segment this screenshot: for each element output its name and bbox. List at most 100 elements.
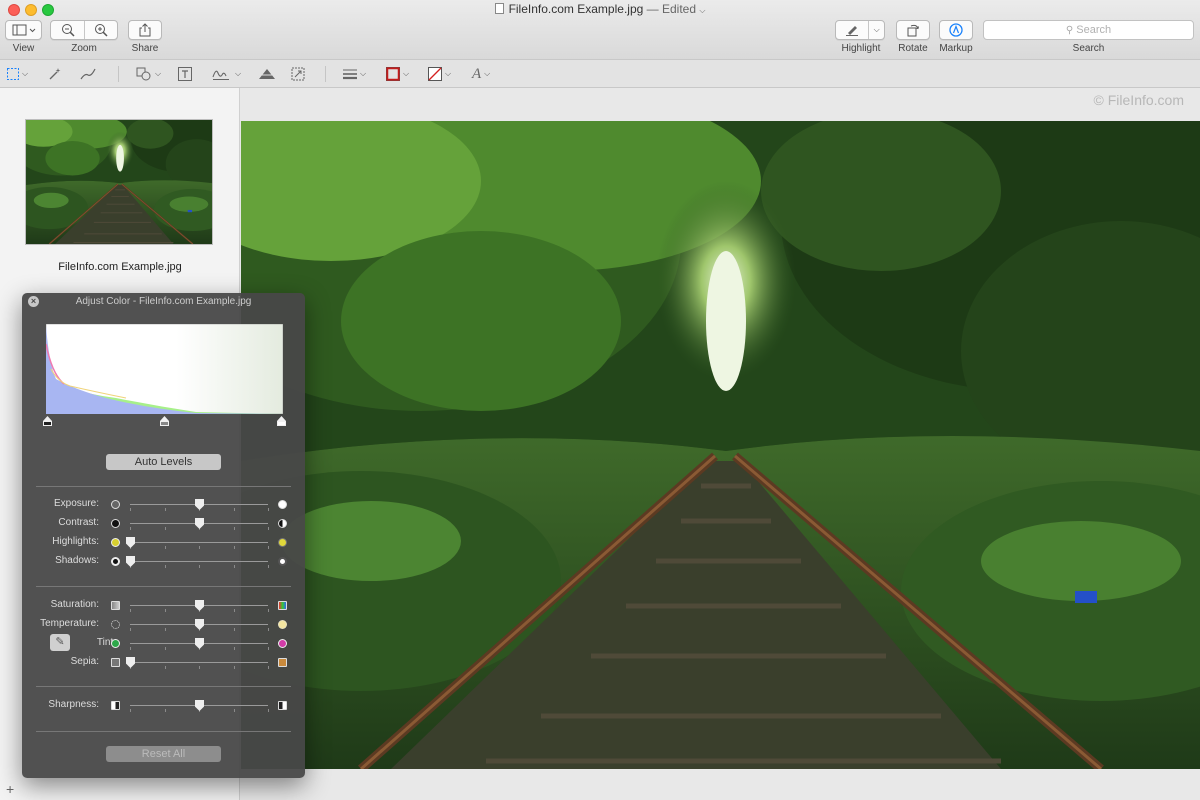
selection-icon: [7, 68, 19, 80]
sepia-max-icon[interactable]: [278, 658, 287, 667]
rectangular-selection-tool[interactable]: ⌵: [7, 65, 28, 83]
saturation-max-icon[interactable]: [278, 601, 287, 610]
chevron-down-icon: ⌵: [360, 69, 367, 78]
auto-levels-button[interactable]: Auto Levels: [106, 454, 221, 470]
shapes-icon: [136, 67, 151, 81]
window-title[interactable]: FileInfo.com Example.jpg — Edited ⌵: [0, 2, 1200, 16]
shadows-slider[interactable]: [130, 561, 268, 562]
markup-button[interactable]: [939, 20, 973, 40]
sepia-slider[interactable]: [130, 662, 268, 663]
edited-status: — Edited: [646, 2, 696, 16]
text-style-icon: A: [472, 65, 482, 82]
panel-divider: [36, 731, 291, 732]
slider-tick: [130, 709, 131, 712]
white-point-handle[interactable]: [277, 416, 286, 426]
chevron-down-icon: ⌵: [155, 69, 162, 78]
tint-max-icon[interactable]: [278, 639, 287, 648]
highlights-slider[interactable]: [130, 542, 268, 543]
highlights-row: Highlights:: [22, 535, 305, 551]
rotate-button[interactable]: [896, 20, 930, 40]
sepia-slider-knob[interactable]: [126, 657, 135, 668]
zoom-out-button[interactable]: [51, 21, 84, 39]
chevron-down-icon: ⌵: [484, 69, 491, 78]
slider-tick: [199, 565, 200, 568]
exposure-max-icon[interactable]: [278, 500, 287, 509]
share-label: Share: [131, 43, 159, 54]
text-tool[interactable]: [178, 65, 192, 83]
slider-tick: [268, 527, 269, 530]
temperature-min-icon[interactable]: [111, 620, 120, 629]
contrast-min-icon[interactable]: [111, 519, 120, 528]
adjust-size-tool[interactable]: [291, 65, 305, 83]
slider-tick: [130, 527, 131, 530]
text-style-tool[interactable]: A ⌵: [472, 65, 490, 83]
temperature-max-icon[interactable]: [278, 620, 287, 629]
page-thumbnail[interactable]: [9, 105, 233, 245]
tint-slider-knob[interactable]: [195, 638, 204, 649]
adjust-color-tool[interactable]: [258, 65, 276, 83]
shape-style-tool[interactable]: ⌵: [343, 65, 366, 83]
toolbar-divider: [118, 66, 119, 82]
zoom-in-icon: [95, 24, 108, 37]
exposure-slider-knob[interactable]: [195, 499, 204, 510]
border-color-tool[interactable]: ⌵: [386, 65, 409, 83]
chevron-down-icon: ⌵: [403, 69, 410, 78]
black-point-handle[interactable]: [43, 416, 52, 426]
highlight-label: Highlight: [841, 43, 881, 54]
shadows-row: Shadows:: [22, 554, 305, 570]
midtone-handle[interactable]: [160, 416, 169, 426]
thumbnail-image: [9, 105, 233, 245]
sign-tool[interactable]: ⌵: [212, 65, 241, 83]
railway-photo: [241, 121, 1200, 769]
sharpness-min-icon[interactable]: [111, 701, 120, 710]
adjust-color-icon: [259, 69, 275, 79]
contrast-row: Contrast:: [22, 516, 305, 532]
shadows-min-icon[interactable]: [111, 557, 120, 566]
slider-tick: [233, 666, 235, 669]
slider-tick: [130, 508, 131, 511]
slider-tick: [268, 565, 269, 568]
slider-tick: [164, 628, 166, 631]
slider-tick: [233, 628, 235, 631]
eyedropper-button[interactable]: ✎: [50, 634, 70, 651]
panel-divider: [36, 686, 291, 687]
search-label: Search: [1072, 43, 1105, 54]
exposure-min-icon[interactable]: [111, 500, 120, 509]
highlight-control: ⌵: [835, 20, 885, 40]
shapes-tool[interactable]: ⌵: [136, 65, 161, 83]
highlight-button[interactable]: [836, 21, 868, 39]
document-image[interactable]: [241, 121, 1200, 769]
saturation-min-icon[interactable]: [111, 601, 120, 610]
sharpness-max-icon[interactable]: [278, 701, 287, 710]
shadows-max-icon[interactable]: [278, 557, 287, 566]
highlight-options-chevron[interactable]: ⌵: [868, 21, 884, 39]
highlights-slider-knob[interactable]: [126, 537, 135, 548]
instant-alpha-tool[interactable]: [48, 65, 62, 83]
tint-min-icon[interactable]: [111, 639, 120, 648]
add-icon[interactable]: +: [6, 781, 14, 797]
reset-all-button[interactable]: Reset All: [106, 746, 221, 762]
share-button[interactable]: [128, 20, 162, 40]
sharpness-row: Sharpness:: [22, 698, 305, 714]
sketch-tool[interactable]: [80, 65, 96, 83]
fill-color-tool[interactable]: ⌵: [428, 65, 451, 83]
highlights-min-icon[interactable]: [111, 538, 120, 547]
zoom-label: Zoom: [71, 43, 97, 54]
shadows-slider-knob[interactable]: [126, 556, 135, 567]
saturation-slider-knob[interactable]: [195, 600, 204, 611]
slider-tick: [164, 647, 166, 650]
contrast-max-icon[interactable]: [278, 519, 287, 528]
temperature-slider-knob[interactable]: [195, 619, 204, 630]
slider-tick: [164, 546, 166, 549]
highlights-label: Highlights:: [52, 536, 99, 547]
search-field[interactable]: ⚲ Search: [983, 20, 1194, 40]
highlights-max-icon[interactable]: [278, 538, 287, 547]
slider-tick: [268, 508, 269, 511]
zoom-in-button[interactable]: [84, 21, 117, 39]
slider-tick: [233, 527, 235, 530]
sepia-min-icon[interactable]: [111, 658, 120, 667]
sharpness-slider-knob[interactable]: [195, 700, 204, 711]
contrast-slider-knob[interactable]: [195, 518, 204, 529]
view-button[interactable]: [5, 20, 42, 40]
markup-toolbar: ⌵ ⌵ ⌵ ⌵ ⌵ ⌵ A ⌵: [0, 60, 1200, 88]
